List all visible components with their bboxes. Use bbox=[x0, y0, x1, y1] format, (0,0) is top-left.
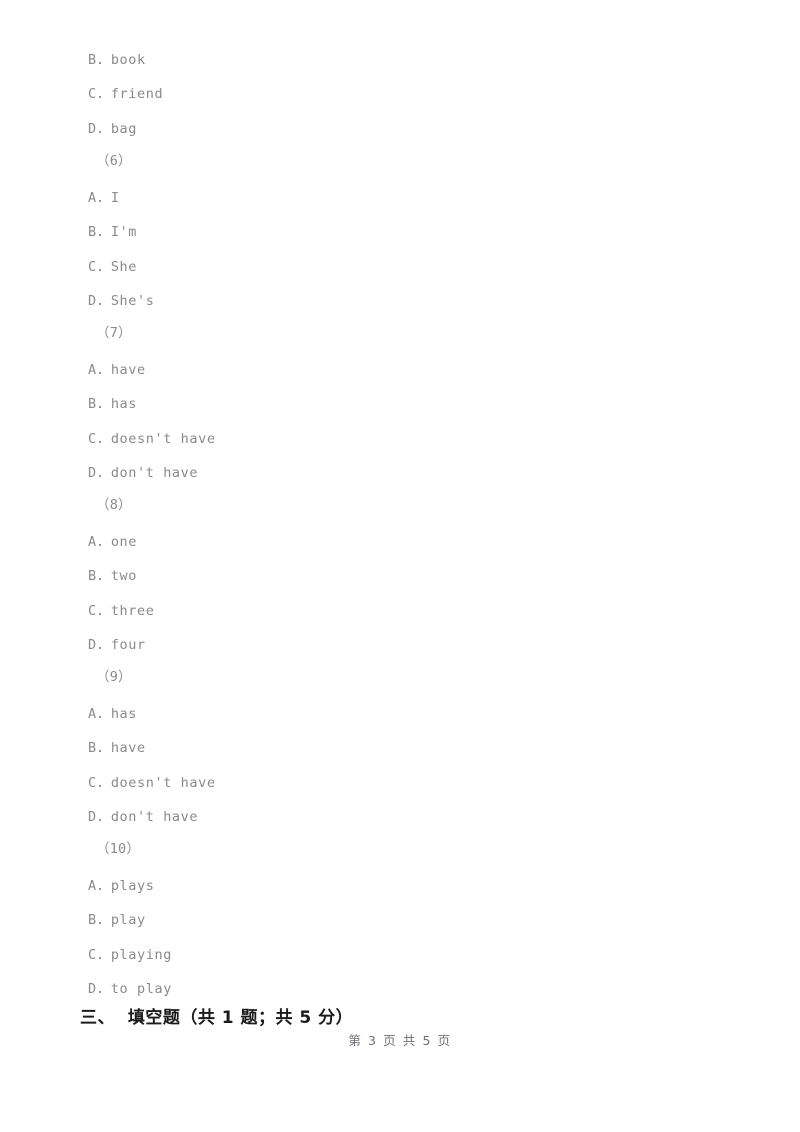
page-footer: 第 3 页 共 5 页 bbox=[348, 1033, 452, 1048]
answer-option-q6-opt-d: D．She's bbox=[88, 293, 155, 309]
answer-option-q10-opt-d: D．to play bbox=[88, 981, 172, 997]
answer-option-q9-opt-b: B．have bbox=[88, 740, 146, 756]
question-number-q8-number: （8） bbox=[96, 497, 132, 513]
answer-option-q8-opt-a: A．one bbox=[88, 534, 138, 550]
answer-option-q6-opt-a: A．I bbox=[88, 190, 120, 206]
answer-option-q6-opt-c: C．She bbox=[88, 259, 138, 275]
question-number-q7-number: （7） bbox=[96, 325, 132, 341]
answer-option-q9-opt-c: C．doesn't have bbox=[88, 775, 216, 791]
answer-option-q9-opt-a: A．has bbox=[88, 706, 138, 722]
question-number-q9-number: （9） bbox=[96, 669, 132, 685]
answer-option-q7-opt-c: C．doesn't have bbox=[88, 431, 216, 447]
answer-option-q8-opt-c: C．three bbox=[88, 603, 155, 619]
answer-option-q7-opt-b: B．has bbox=[88, 396, 138, 412]
answer-option-q7-opt-d: D．don't have bbox=[88, 465, 199, 481]
answer-option-q10-opt-b: B．play bbox=[88, 912, 146, 928]
answer-option-q8-opt-b: B．two bbox=[88, 568, 138, 584]
answer-option-q8-opt-d: D．four bbox=[88, 637, 146, 653]
answer-option-q9-opt-d: D．don't have bbox=[88, 809, 199, 825]
answer-option-q5-opt-d: D．bag bbox=[88, 121, 138, 137]
question-number-q6-number: （6） bbox=[96, 153, 132, 169]
answer-option-q6-opt-b: B．I'm bbox=[88, 224, 138, 240]
answer-option-q5-opt-c: C．friend bbox=[88, 86, 164, 102]
answer-option-q10-opt-c: C．playing bbox=[88, 947, 172, 963]
question-number-q10-number: （10） bbox=[96, 841, 141, 857]
answer-option-q7-opt-a: A．have bbox=[88, 362, 146, 378]
answer-option-q5-opt-b: B．book bbox=[88, 52, 146, 68]
document-page: B．book C．friend D．bag （6） A．I B．I'm C．She D．She… bbox=[0, 0, 800, 1132]
section-heading: 三、 填空题（共 1 题；共 5 分） bbox=[80, 1008, 354, 1028]
answer-option-q10-opt-a: A．plays bbox=[88, 878, 155, 894]
